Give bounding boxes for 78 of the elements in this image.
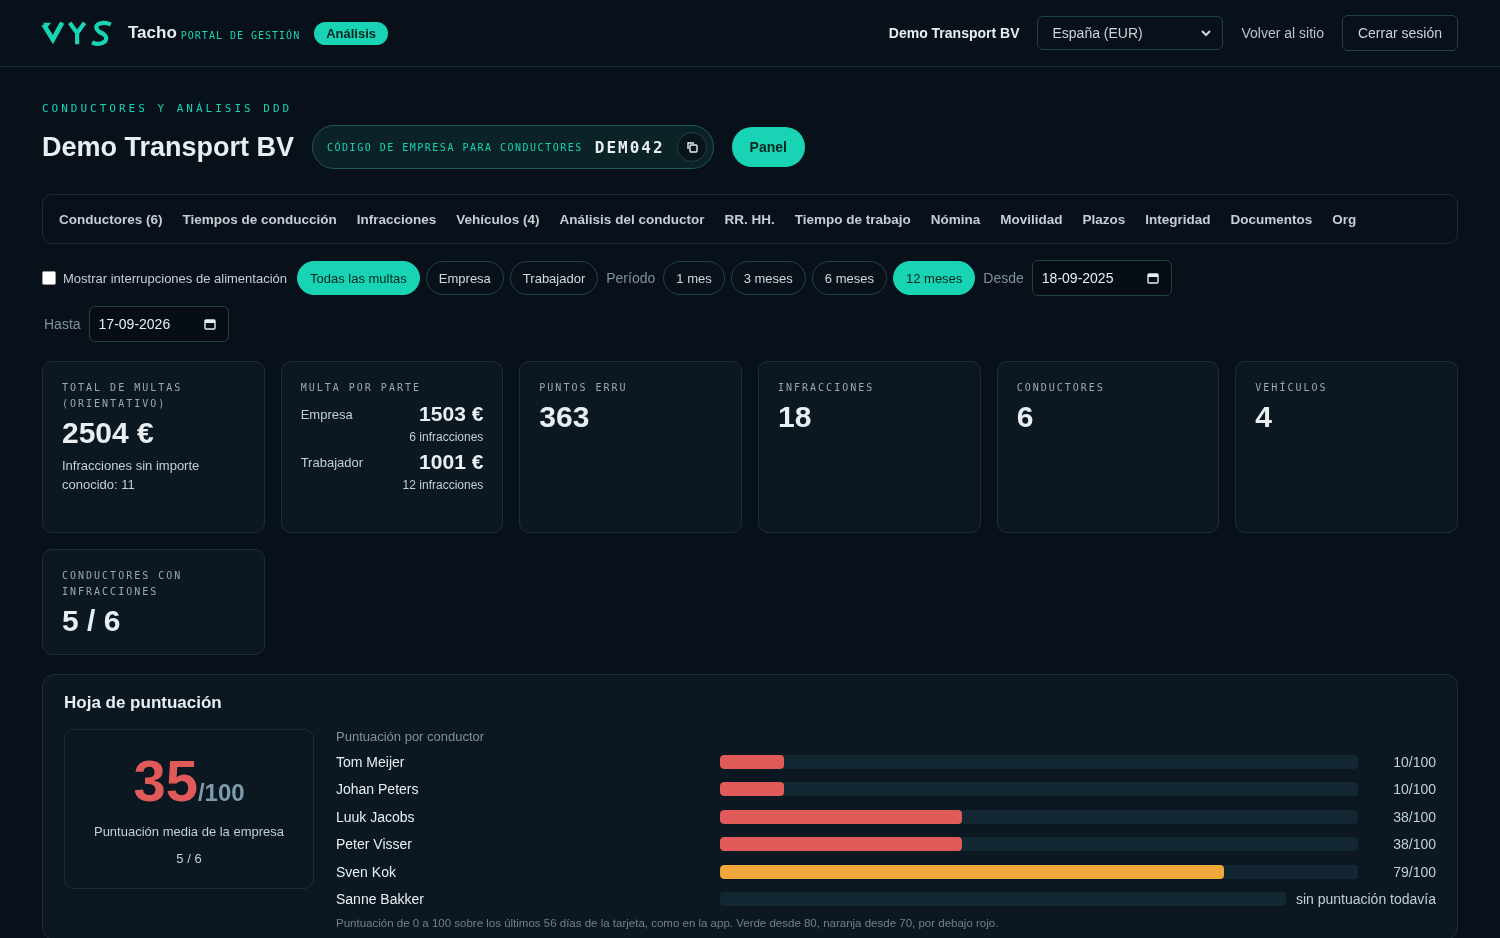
tab[interactable]: Tiempos de conducción: [182, 205, 345, 233]
page-title: Demo Transport BV: [42, 131, 295, 163]
brand-name: Tacho: [128, 23, 177, 43]
stat-label: CONDUCTORES CON INFRACCIONES: [62, 569, 184, 599]
stat-label: PUNTOS ERRU: [539, 381, 629, 395]
chevron-down-icon: [1200, 29, 1213, 37]
tab[interactable]: Integridad: [1145, 205, 1219, 233]
stat-value: 6: [1016, 400, 1035, 434]
driver-name: Sven Kok: [336, 863, 397, 880]
page-eyebrow: CONDUCTORES Y ANÁLISIS DDD: [42, 102, 294, 115]
stat-value: 18: [778, 400, 813, 434]
score-reading: sin puntuación todavía: [1295, 891, 1436, 908]
scored-ratio: 5 / 6: [176, 851, 202, 866]
tab[interactable]: Documentos: [1230, 205, 1321, 233]
to-label: Hasta: [44, 316, 81, 332]
period-pill[interactable]: 12 meses: [893, 261, 976, 295]
calendar-icon: [203, 318, 216, 330]
copy-button[interactable]: [676, 132, 707, 162]
scorecard-footnote: Puntuación de 0 a 100 sobre los últimos 56 días de la tarjeta, como en la app. Verde desde 80, naranja desde 70, por debajo rojo.: [336, 917, 1000, 929]
stat-value: 2504 €: [62, 416, 155, 450]
code-label: CÓDIGO DE EMPRESA PARA CONDUCTORES: [327, 141, 583, 153]
back-link[interactable]: Volver al sitio: [1241, 25, 1324, 41]
copy-icon: [685, 141, 698, 153]
stat-value: 4: [1255, 400, 1273, 434]
region-select[interactable]: España (EUR): [1037, 16, 1224, 50]
driver-name: Peter Visser: [336, 836, 413, 853]
to-date-field[interactable]: 17-09-2026: [88, 306, 229, 342]
from-date-field[interactable]: 18-09-2025: [1031, 260, 1172, 296]
filter-pill[interactable]: Todas las multas: [297, 261, 420, 295]
tab[interactable]: Conductores (6): [59, 205, 171, 233]
company-code: DEM042: [594, 137, 665, 157]
list-title: Puntuación por conductor: [336, 729, 486, 744]
driver-name: Johan Peters: [336, 781, 420, 798]
checkbox[interactable]: [42, 271, 56, 285]
score-reading: 38/100: [1392, 836, 1436, 853]
average-score: 35: [133, 752, 198, 810]
score-reading: 79/100: [1392, 863, 1436, 880]
company-name: Demo Transport BV: [888, 25, 1020, 41]
tab[interactable]: Movilidad: [1000, 205, 1071, 233]
portal-subtitle: PORTAL DE GESTIÓN: [180, 29, 301, 41]
driver-name: Tom Meijer: [336, 753, 406, 770]
section-badge: Análisis: [314, 21, 389, 45]
tab[interactable]: Org: [1332, 205, 1365, 233]
stat-label: TOTAL DE MULTAS (ORIENTATIVO): [62, 381, 184, 411]
tab[interactable]: Vehículos (4): [456, 205, 548, 233]
tab[interactable]: Nómina: [930, 205, 989, 233]
tab[interactable]: Infracciones: [356, 205, 445, 233]
driver-name: Sanne Bakker: [336, 891, 425, 908]
stat-value: 5 / 6: [62, 604, 122, 638]
score-reading: 10/100: [1392, 753, 1436, 770]
stat-label: INFRACCIONES: [778, 381, 876, 395]
score-reading: 38/100: [1392, 808, 1436, 825]
stat-label: MULTA POR PARTE: [300, 381, 422, 395]
party-fine: 1503 €: [419, 402, 484, 426]
tab[interactable]: Análisis del conductor: [559, 205, 713, 233]
stat-label: CONDUCTORES: [1016, 381, 1106, 395]
logout-button[interactable]: Cerrar sesión: [1341, 15, 1458, 51]
calendar-icon: [1146, 272, 1159, 284]
driver-name: Luuk Jacobs: [336, 808, 416, 825]
party-fine: 1001 €: [419, 450, 484, 474]
score-max: /100: [197, 779, 245, 807]
checkbox-label: Mostrar interrupciones de alimentación: [63, 270, 287, 286]
party-name: Empresa: [300, 406, 353, 422]
tab[interactable]: Tiempo de trabajo: [794, 205, 919, 233]
period-label: Período: [606, 270, 656, 286]
stat-label: VEHÍCULOS: [1255, 380, 1329, 395]
stat-note: Infracciones sin importe conocido: 11: [62, 457, 201, 494]
party-name: Trabajador: [300, 454, 364, 470]
party-count: 12 infracciones: [401, 478, 484, 492]
scorecard-title: Hoja de puntuación: [64, 693, 223, 713]
tab[interactable]: RR. HH.: [724, 205, 783, 233]
panel-button[interactable]: Panel: [731, 127, 805, 167]
from-label: Desde: [983, 270, 1024, 286]
tab[interactable]: Plazos: [1082, 205, 1134, 233]
party-count: 6 infracciones: [408, 430, 484, 444]
score-reading: 10/100: [1392, 781, 1436, 798]
average-score-label: Puntuación media de la empresa: [93, 824, 285, 839]
stat-value: 363: [539, 400, 591, 434]
